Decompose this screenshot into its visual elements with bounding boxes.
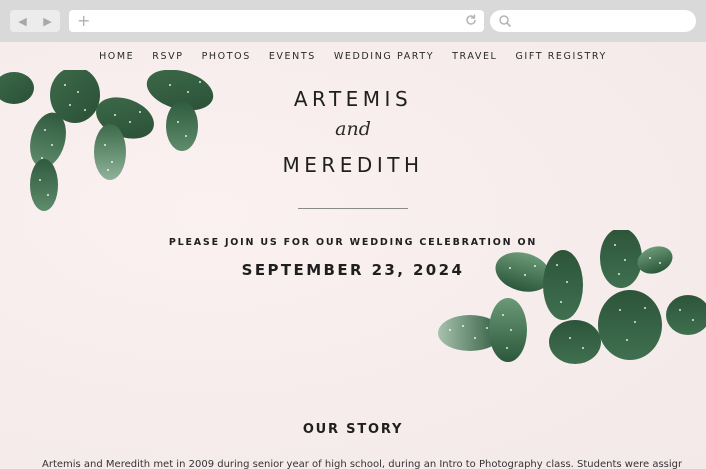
our-story-text: Artemis and Meredith met in 2009 during … (42, 459, 682, 469)
nav-travel[interactable]: TRAVEL (452, 51, 497, 62)
address-bar[interactable]: + (69, 10, 484, 32)
nav-wedding-party[interactable]: WEDDING PARTY (334, 51, 434, 62)
invitation-text: PLEASE JOIN US FOR OUR WEDDING CELEBRATI… (168, 237, 538, 248)
partner-name-one: ARTEMIS (293, 87, 413, 111)
site-navigation: HOME RSVP PHOTOS EVENTS WEDDING PARTY TR… (0, 42, 706, 70)
plus-icon[interactable]: + (77, 11, 90, 30)
ampersand-and: and (335, 118, 371, 140)
forward-arrow-icon[interactable]: ▶ (43, 15, 51, 28)
cactus-illustration-right (438, 230, 706, 364)
history-buttons: ◀ ▶ (10, 10, 60, 32)
nav-home[interactable]: HOME (99, 51, 134, 62)
search-input[interactable] (490, 10, 696, 32)
browser-toolbar: ◀ ▶ + (0, 0, 706, 42)
nav-events[interactable]: EVENTS (269, 51, 316, 62)
nav-gift-registry[interactable]: GIFT REGISTRY (515, 51, 606, 62)
back-arrow-icon[interactable]: ◀ (18, 15, 26, 28)
nav-photos[interactable]: PHOTOS (202, 51, 251, 62)
wedding-date: SEPTEMBER 23, 2024 (241, 261, 465, 279)
divider-line (298, 208, 408, 209)
nav-rsvp[interactable]: RSVP (152, 51, 183, 62)
partner-name-two: MEREDITH (282, 153, 424, 177)
our-story-heading: OUR STORY (302, 422, 404, 437)
reload-icon[interactable] (464, 13, 478, 27)
wedding-page: HOME RSVP PHOTOS EVENTS WEDDING PARTY TR… (0, 42, 706, 469)
search-icon (499, 15, 512, 28)
